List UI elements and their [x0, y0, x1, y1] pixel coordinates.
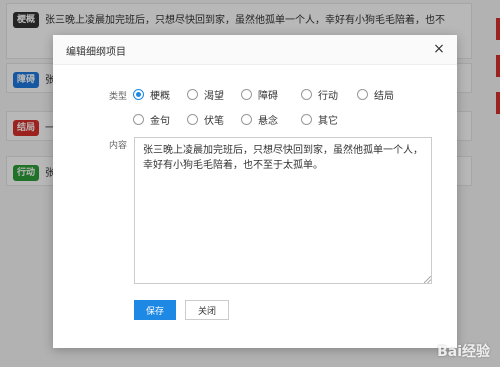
radio-label: 行动	[318, 91, 338, 102]
close-button[interactable]: 关闭	[185, 300, 229, 320]
content-textarea[interactable]: 张三晚上凌晨加完班后，只想尽快回到家，虽然他孤单一个人，幸好有小狗毛毛陪着，也不…	[134, 137, 432, 284]
radio-label: 伏笔	[204, 116, 224, 127]
radio-label: 结局	[374, 91, 394, 102]
radio-label: 其它	[318, 116, 338, 127]
radio-type-ending[interactable]: 结局	[357, 87, 394, 102]
radio-type-suspense[interactable]: 悬念	[241, 112, 278, 127]
radio-type-summary[interactable]: 梗概	[133, 87, 170, 102]
close-icon[interactable]: ×	[431, 41, 447, 57]
radio-label: 金句	[150, 116, 170, 127]
content-label: 内容	[109, 141, 128, 151]
radio-circle[interactable]	[301, 89, 312, 100]
radio-circle[interactable]	[301, 114, 312, 125]
radio-label: 梗概	[150, 91, 170, 102]
radio-label: 渴望	[204, 91, 224, 102]
type-label: 类型	[109, 92, 128, 102]
save-button[interactable]: 保存	[134, 300, 176, 320]
radio-circle[interactable]	[241, 114, 252, 125]
radio-type-foreshadow[interactable]: 伏笔	[187, 112, 224, 127]
radio-type-obstacle[interactable]: 障碍	[241, 87, 278, 102]
dialog-title: 编辑细纲项目	[66, 47, 126, 58]
radio-type-action[interactable]: 行动	[301, 87, 338, 102]
edit-outline-dialog: 编辑细纲项目 × 类型 梗概 渴望 障碍 行动 结局 金句 伏笔 悬念 其它 内…	[53, 35, 457, 348]
radio-circle[interactable]	[357, 89, 368, 100]
radio-circle[interactable]	[133, 114, 144, 125]
radio-type-desire[interactable]: 渴望	[187, 87, 224, 102]
dialog-header: 编辑细纲项目 ×	[53, 35, 457, 65]
radio-label: 悬念	[258, 116, 278, 127]
watermark: Bai经验	[437, 344, 490, 360]
radio-type-quote[interactable]: 金句	[133, 112, 170, 127]
resize-grip-icon[interactable]	[424, 276, 431, 283]
radio-label: 障碍	[258, 91, 278, 102]
radio-circle[interactable]	[133, 89, 144, 100]
radio-type-other[interactable]: 其它	[301, 112, 338, 127]
radio-circle[interactable]	[241, 89, 252, 100]
radio-circle[interactable]	[187, 89, 198, 100]
radio-circle[interactable]	[187, 114, 198, 125]
